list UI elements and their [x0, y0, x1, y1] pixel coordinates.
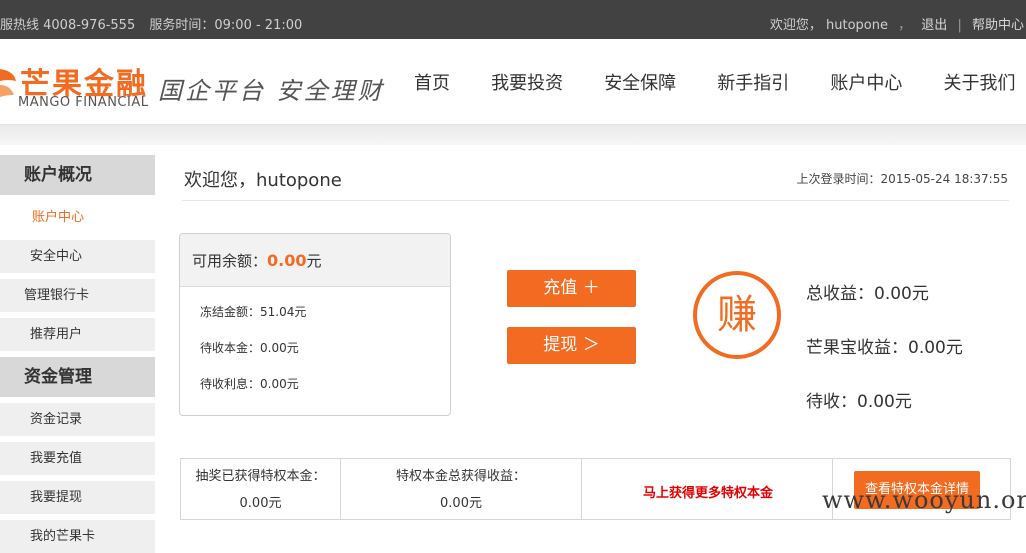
nav-invest[interactable]: 我要投资 [491, 69, 563, 95]
separator: ， [898, 18, 912, 33]
nav-about[interactable]: 关于我们 [943, 69, 1015, 95]
balance-panel: 可用余额：0.00元 冻结金额：51.04元 待收本金：0.00元 待收利息：0… [179, 233, 451, 416]
get-more-privilege-link[interactable]: 马上获得更多特权本金 [583, 482, 833, 501]
privilege-income-cell: 特权本金总获得收益： 0.00元 [341, 459, 582, 519]
mango-bao-income: 芒果宝收益：0.00元 [806, 338, 963, 358]
balance-unit: 元 [306, 252, 322, 270]
sidebar-item-recharge[interactable]: 我要充值 [0, 442, 155, 475]
divider [182, 200, 1009, 201]
pending-interest: 待收利息：0.00元 [200, 377, 299, 391]
available-balance: 可用余额：0.00元 [180, 234, 450, 287]
sidebar-item-referrals[interactable]: 推荐用户 [0, 318, 155, 351]
header-shadow [0, 125, 1026, 145]
total-income: 总收益：0.00元 [806, 284, 929, 304]
nav-home[interactable]: 首页 [414, 69, 450, 95]
sidebar-item-fund-records[interactable]: 资金记录 [0, 403, 155, 436]
recharge-button[interactable]: 充值 ＋ [507, 270, 636, 307]
sidebar-item-mango-card[interactable]: 我的芒果卡 [0, 520, 155, 553]
frozen-amount: 冻结金额：51.04元 [200, 305, 307, 319]
watermark: www.wooyun.org [822, 486, 1026, 514]
service-info: 服热线 4008-976-555 服务时间：09:00 - 21:00 [0, 14, 312, 33]
nav-guide[interactable]: 新手指引 [717, 69, 789, 95]
withdraw-button[interactable]: 提现 ＞ [507, 327, 636, 364]
privilege-income-value: 0.00元 [440, 496, 482, 511]
privilege-lottery-label: 抽奖已获得特权本金： [195, 469, 326, 484]
nav-account[interactable]: 账户中心 [830, 69, 902, 95]
logout-link[interactable]: 退出 [921, 18, 947, 33]
last-login-time: 上次登录时间：2015-05-24 18:37:55 [796, 172, 1008, 186]
hotline-text: 服热线 4008-976-555 [0, 18, 136, 33]
user-links: 欢迎您， hutopone ， 退出 | 帮助中心 [770, 14, 1024, 33]
sidebar-item-bank-cards[interactable]: 管理银行卡 [0, 279, 155, 312]
privilege-income-label: 特权本金总获得收益： [395, 469, 526, 484]
privilege-lottery-value: 0.00元 [239, 496, 282, 511]
logo-subtext: MANGO FINANCIAL [18, 95, 149, 110]
mango-logo-icon[interactable] [0, 61, 18, 101]
sidebar-item-security-center[interactable]: 安全中心 [0, 240, 155, 273]
earn-icon: 赚 [693, 271, 781, 359]
page-title: 欢迎您，hutopone [184, 170, 342, 191]
balance-amount: 0.00 [267, 251, 307, 270]
nav-security[interactable]: 安全保障 [604, 69, 676, 95]
sidebar-heading-account: 账户概况 [0, 155, 155, 195]
top-welcome-text: 欢迎您， hutopone [769, 18, 888, 33]
help-center-link[interactable]: 帮助中心 [972, 18, 1024, 33]
pending-income: 待收：0.00元 [806, 392, 912, 412]
sidebar: 账户概况 账户中心 安全中心 管理银行卡 推荐用户 资金管理 资金记录 我要充值… [0, 155, 155, 553]
balance-details: 冻结金额：51.04元 待收本金：0.00元 待收利息：0.00元 [180, 287, 450, 411]
privilege-lottery-cell: 抽奖已获得特权本金： 0.00元 [181, 459, 341, 519]
sidebar-item-account-center[interactable]: 账户中心 [0, 201, 155, 234]
service-time-text: 服务时间：09:00 - 21:00 [149, 18, 303, 33]
top-bar: 服热线 4008-976-555 服务时间：09:00 - 21:00 欢迎您，… [0, 0, 1026, 39]
slogan: 国企平台 安全理财 [158, 77, 385, 105]
site-header: 芒果金融 MANGO FINANCIAL 国企平台 安全理财 首页 我要投资 安… [0, 39, 1026, 125]
pending-principal: 待收本金：0.00元 [200, 341, 299, 355]
sidebar-item-withdraw[interactable]: 我要提现 [0, 481, 155, 514]
main-nav: 首页 我要投资 安全保障 新手指引 账户中心 关于我们 [396, 69, 1026, 95]
sidebar-heading-funds: 资金管理 [0, 357, 155, 397]
separator: | [957, 18, 962, 33]
balance-label: 可用余额： [192, 252, 268, 270]
